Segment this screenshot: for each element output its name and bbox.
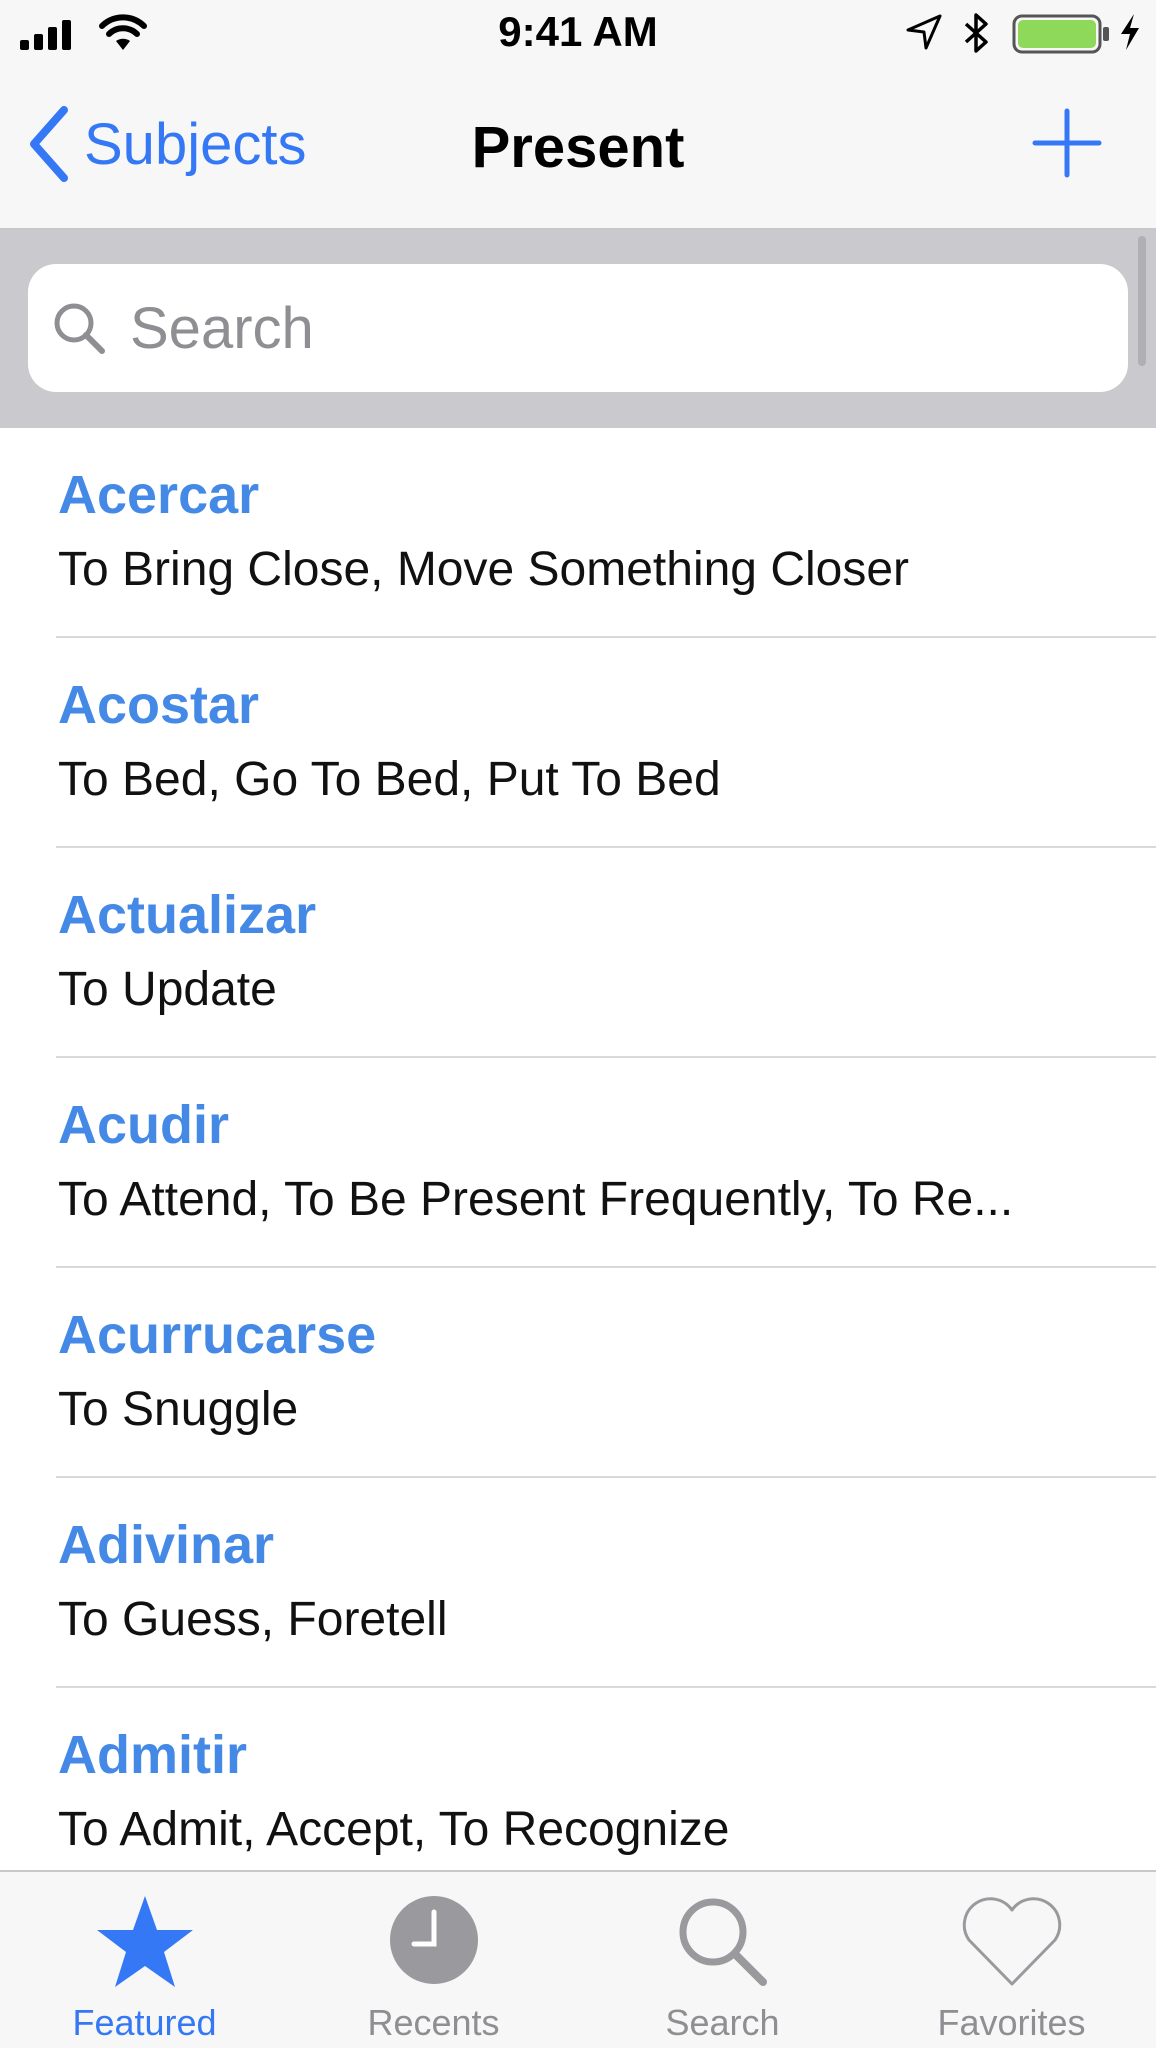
list-item[interactable]: Acurrucarse To Snuggle	[56, 1268, 1156, 1478]
tab-recents[interactable]: Recents	[289, 1872, 578, 2048]
list-item[interactable]: Admitir To Admit, Accept, To Recognize	[56, 1688, 1156, 1896]
page-title-text: Present	[471, 115, 685, 180]
list-item[interactable]: Acercar To Bring Close, Move Something C…	[56, 428, 1156, 638]
list-item-title: Admitir	[58, 1725, 247, 1785]
heart-icon	[962, 1897, 1061, 1986]
list-item[interactable]: Adivinar To Guess, Foretell	[56, 1478, 1156, 1688]
list-item-subtitle: To Update	[58, 963, 277, 1016]
location-arrow-icon	[906, 14, 942, 50]
list-item-title: Adivinar	[58, 1515, 275, 1575]
clock-icon	[389, 1896, 478, 1984]
tab-label: Search	[665, 2002, 780, 2043]
verb-list: Acercar To Bring Close, Move Something C…	[0, 428, 1156, 1896]
scroll-indicator[interactable]	[1138, 236, 1146, 366]
list-item[interactable]: Acudir To Attend, To Be Present Frequent…	[56, 1058, 1156, 1268]
search-field[interactable]	[28, 264, 1128, 392]
navigation-bar: Subjects Present	[0, 64, 1156, 230]
list-item-title: Acudir	[58, 1095, 230, 1155]
list-item-subtitle: To Admit, Accept, To Recognize	[58, 1803, 730, 1856]
tab-label: Favorites	[937, 2002, 1086, 2043]
list-item-title: Acurrucarse	[58, 1305, 377, 1365]
search-input[interactable]	[128, 293, 1032, 363]
tab-bar: Featured Recents Search Favorites	[0, 1870, 1156, 2048]
list-item[interactable]: Acostar To Bed, Go To Bed, Put To Bed	[56, 638, 1156, 848]
list-item-subtitle: To Bed, Go To Bed, Put To Bed	[58, 753, 721, 806]
search-icon	[54, 303, 105, 354]
list-item[interactable]: Actualizar To Update	[56, 848, 1156, 1058]
list-item-subtitle: To Snuggle	[58, 1383, 299, 1436]
list-item-subtitle: To Guess, Foretell	[58, 1593, 448, 1646]
list-item-title: Actualizar	[58, 885, 317, 945]
list-item-subtitle: To Attend, To Be Present Frequently, To …	[58, 1173, 1014, 1226]
tab-label: Featured	[72, 2002, 217, 2043]
bluetooth-icon	[964, 13, 988, 53]
list-item-subtitle: To Bring Close, Move Something Closer	[58, 543, 910, 596]
page-title: Present	[0, 114, 1156, 181]
list-item-title: Acostar	[58, 675, 260, 735]
tab-search[interactable]: Search	[578, 1872, 867, 2048]
list-item-title: Acercar	[58, 465, 260, 525]
charging-bolt-icon	[1121, 14, 1139, 50]
search-icon	[679, 1898, 767, 1986]
star-icon	[96, 1896, 193, 1987]
add-button[interactable]	[1032, 108, 1102, 178]
tab-featured[interactable]: Featured	[0, 1872, 289, 2048]
tab-favorites[interactable]: Favorites	[867, 1872, 1156, 2048]
search-bar-container	[0, 230, 1156, 428]
tab-label: Recents	[367, 2002, 500, 2043]
battery-icon	[1012, 14, 1109, 54]
status-bar: 9:41 AM	[0, 0, 1156, 64]
